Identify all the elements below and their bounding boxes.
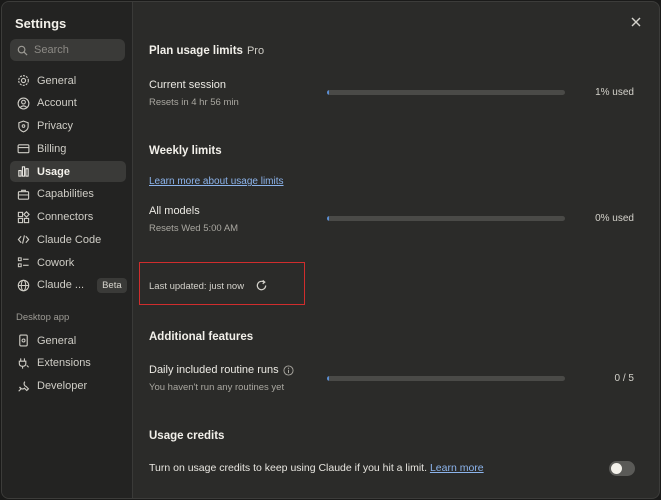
refresh-icon[interactable] (255, 279, 268, 292)
all-models-progress (327, 216, 565, 221)
sidebar-item-label: Capabilities (37, 188, 94, 201)
search-box[interactable] (10, 39, 125, 61)
credit-card-icon (16, 142, 30, 156)
sidebar-item-developer[interactable]: Developer (10, 376, 126, 397)
last-updated-highlight: Last updated: just now (139, 262, 305, 305)
sidebar-item-label: Privacy (37, 120, 74, 132)
sidebar-item-privacy[interactable]: Privacy (10, 116, 126, 137)
user-circle-icon (16, 96, 30, 110)
usage-credits-description: Turn on usage credits to keep using Clau… (149, 462, 484, 474)
sidebar: Settings General Account Privacy Billing (2, 2, 133, 498)
last-updated-text: Last updated: just now (149, 281, 245, 292)
usage-panel: Plan usage limits Pro Current session Res… (133, 2, 659, 498)
desktop-app-section-label: Desktop app (16, 312, 70, 323)
bar-chart-icon (16, 165, 30, 179)
routine-runs-sub: You haven't run any routines yet (149, 382, 285, 393)
routine-runs-label: Daily included routine runs (149, 364, 294, 376)
sidebar-item-account[interactable]: Account (10, 93, 126, 114)
weekly-limits-heading: Weekly limits (149, 145, 222, 157)
usage-credits-heading: Usage credits (149, 430, 225, 442)
sidebar-item-label: Usage (37, 165, 71, 178)
phone-gear-icon (16, 334, 30, 348)
sidebar-item-connectors[interactable]: Connectors (10, 207, 126, 228)
sidebar-item-billing[interactable]: Billing (10, 138, 126, 159)
current-session-reset: Resets in 4 hr 56 min (149, 97, 239, 108)
search-icon (17, 45, 28, 56)
sidebar-title: Settings (15, 16, 67, 31)
routine-runs-text: Daily included routine runs (149, 364, 279, 376)
plan-usage-heading: Plan usage limits Pro (149, 45, 264, 57)
beta-badge: Beta (97, 277, 127, 293)
search-input[interactable] (34, 44, 119, 56)
sidebar-item-label: Billing (37, 142, 67, 155)
sidebar-item-claude-code[interactable]: Claude Code (10, 229, 126, 250)
usage-credits-text: Turn on usage credits to keep using Clau… (149, 462, 428, 474)
current-session-progress (327, 90, 565, 95)
globe-icon (16, 278, 30, 292)
sidebar-item-cowork[interactable]: Cowork (10, 252, 126, 273)
all-models-reset: Resets Wed 5:00 AM (149, 223, 239, 234)
desktop-nav: General Extensions Developer (10, 330, 126, 398)
code-icon (16, 233, 30, 247)
sidebar-item-extensions[interactable]: Extensions (10, 353, 126, 374)
sidebar-item-label: Claude Code (37, 233, 102, 246)
sidebar-item-general[interactable]: General (10, 70, 126, 91)
toggle-knob (611, 463, 622, 474)
routine-runs-progress (327, 376, 565, 381)
briefcase-icon (16, 187, 30, 201)
sidebar-item-label: Extensions (37, 357, 91, 370)
sidebar-item-capabilities[interactable]: Capabilities (10, 184, 126, 205)
additional-features-heading: Additional features (149, 331, 254, 343)
sidebar-item-desktop-general[interactable]: General (10, 330, 126, 351)
sidebar-item-label: Developer (37, 380, 88, 392)
info-icon[interactable] (283, 365, 294, 376)
current-session-used: 1% used (595, 87, 634, 98)
sidebar-item-label: Account (37, 97, 77, 110)
all-models-progress-fill (327, 216, 329, 221)
sidebar-nav: General Account Privacy Billing Usage Ca… (10, 70, 127, 298)
wrench-icon (16, 379, 30, 393)
all-models-used: 0% used (595, 213, 634, 224)
plan-usage-title: Plan usage limits (149, 45, 243, 57)
sidebar-item-label: Claude ... (37, 279, 85, 292)
current-session-label: Current session (149, 79, 227, 91)
settings-window: Settings General Account Privacy Billing (1, 1, 660, 499)
routine-runs-progress-fill (327, 376, 329, 381)
usage-credits-learn-more-link[interactable]: Learn more (430, 462, 484, 474)
plan-name: Pro (246, 45, 265, 57)
learn-more-usage-link[interactable]: Learn more about usage limits (149, 176, 284, 187)
close-icon[interactable] (629, 15, 643, 29)
current-session-progress-fill (327, 90, 330, 95)
plug-icon (16, 356, 30, 370)
sidebar-item-label: Cowork (37, 256, 75, 269)
usage-credits-toggle[interactable] (609, 461, 635, 476)
sidebar-item-label: Connectors (37, 211, 94, 223)
routine-runs-count: 0 / 5 (614, 373, 634, 384)
sidebar-item-usage[interactable]: Usage (10, 161, 126, 182)
sidebar-item-label: General (37, 74, 77, 87)
checklist-icon (16, 256, 30, 270)
sidebar-item-label: General (37, 334, 77, 347)
all-models-label: All models (149, 205, 200, 217)
gear-icon (16, 74, 30, 88)
shield-icon (16, 119, 30, 133)
puzzle-icon (16, 210, 30, 224)
sidebar-item-claude-browser[interactable]: Claude ... Beta (10, 275, 127, 296)
